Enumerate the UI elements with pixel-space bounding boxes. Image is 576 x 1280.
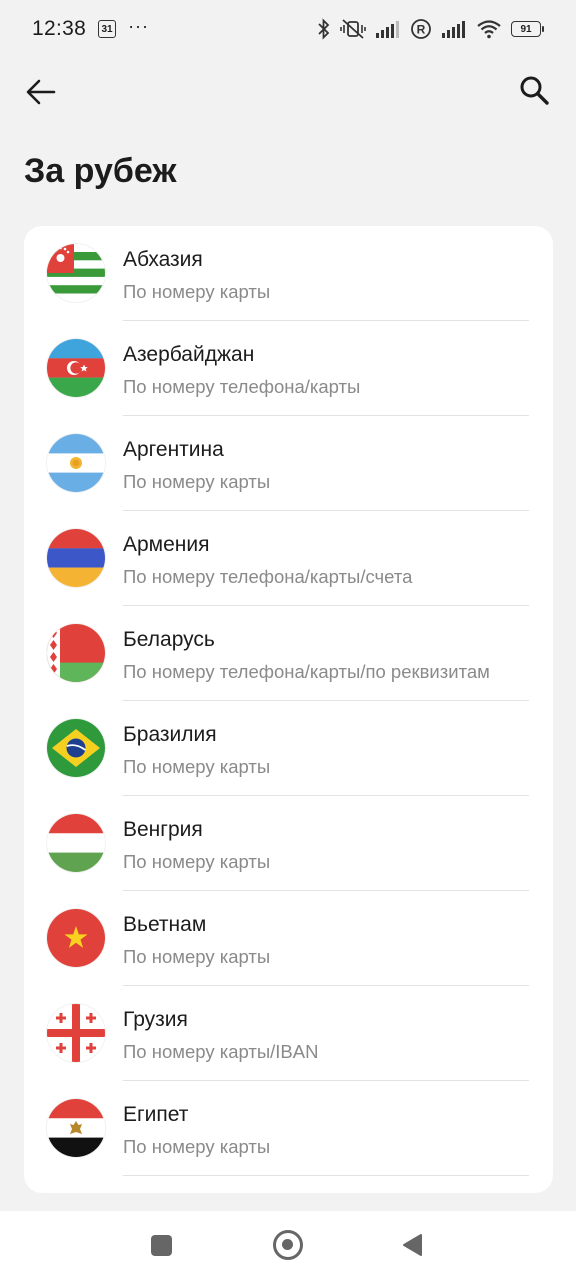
signal-icon-2: [442, 21, 465, 38]
belarus-flag-icon: [47, 624, 105, 682]
vietnam-flag-icon: [47, 909, 105, 967]
country-name: Аргентина: [123, 438, 224, 461]
back-triangle-icon[interactable]: [401, 1233, 423, 1257]
brazil-flag-icon: [47, 719, 105, 777]
armenia-flag-icon: [47, 529, 105, 587]
recent-apps-square-icon[interactable]: [151, 1235, 172, 1256]
country-item-argentina[interactable]: Аргентина По номеру карты: [24, 416, 553, 511]
country-name: Армения: [123, 533, 210, 556]
wifi-icon: [477, 20, 501, 39]
country-name: Египет: [123, 1103, 189, 1126]
mute-vibrate-icon: [340, 19, 366, 39]
country-name: Бразилия: [123, 723, 217, 746]
transfer-method: По номеру телефона/карты/счета: [123, 566, 413, 587]
country-item-azerbaijan[interactable]: Азербайджан По номеру телефона/карты: [24, 321, 553, 416]
search-icon[interactable]: [518, 74, 552, 108]
transfer-method: По номеру карты: [123, 851, 271, 872]
country-item-armenia[interactable]: Армения По номеру телефона/карты/счета: [24, 511, 553, 606]
hungary-flag-icon: [47, 814, 105, 872]
transfer-method: По номеру телефона/карты/по реквизитам: [123, 661, 490, 682]
country-name: Венгрия: [123, 818, 203, 841]
transfer-method: По номеру карты/IBAN: [123, 1041, 319, 1062]
transfer-method: По номеру карты: [123, 756, 271, 777]
divider: [123, 1174, 529, 1176]
more-notifications-icon: ···: [128, 15, 150, 36]
roaming-icon: R: [411, 19, 431, 39]
country-item-brazil[interactable]: Бразилия По номеру карты: [24, 701, 553, 796]
status-time: 12:38: [32, 17, 87, 40]
transfer-method: По номеру карты: [123, 1136, 271, 1157]
system-navigation-bar: [0, 1211, 576, 1280]
country-item-belarus[interactable]: Беларусь По номеру телефона/карты/по рек…: [24, 606, 553, 701]
battery-level: 91: [511, 21, 541, 37]
country-item-hungary[interactable]: Венгрия По номеру карты: [24, 796, 553, 891]
bluetooth-icon: [318, 18, 330, 40]
abkhazia-flag-icon: [47, 244, 105, 302]
home-circle-icon[interactable]: [273, 1230, 303, 1260]
country-name: Вьетнам: [123, 913, 207, 936]
country-name: Грузия: [123, 1008, 188, 1031]
country-item-egypt[interactable]: Египет По номеру карты: [24, 1081, 553, 1176]
status-bar: 12:38 31 ··· R 91: [0, 0, 576, 58]
transfer-method: По номеру карты: [123, 946, 271, 967]
transfer-method: По номеру карты: [123, 471, 271, 492]
azerbaijan-flag-icon: [47, 339, 105, 397]
country-item-georgia[interactable]: Грузия По номеру карты/IBAN: [24, 986, 553, 1081]
country-name: Азербайджан: [123, 343, 255, 366]
svg-text:R: R: [417, 23, 426, 37]
egypt-flag-icon: [47, 1099, 105, 1157]
transfer-method: По номеру карты: [123, 281, 271, 302]
georgia-flag-icon: [47, 1004, 105, 1062]
transfer-method: По номеру телефона/карты: [123, 376, 361, 397]
battery-icon: 91: [511, 21, 544, 37]
back-arrow-icon[interactable]: [24, 76, 58, 108]
country-name: Беларусь: [123, 628, 215, 651]
argentina-flag-icon: [47, 434, 105, 492]
country-name: Абхазия: [123, 248, 203, 271]
signal-icon-1: [376, 21, 399, 38]
calendar-icon: 31: [98, 20, 117, 38]
country-list: Абхазия По номеру карты Азербайджан По н…: [24, 226, 553, 1193]
country-item-abkhazia[interactable]: Абхазия По номеру карты: [24, 226, 553, 321]
country-item-vietnam[interactable]: Вьетнам По номеру карты: [24, 891, 553, 986]
top-app-bar: [0, 62, 576, 122]
page-title: За рубеж: [24, 152, 177, 190]
